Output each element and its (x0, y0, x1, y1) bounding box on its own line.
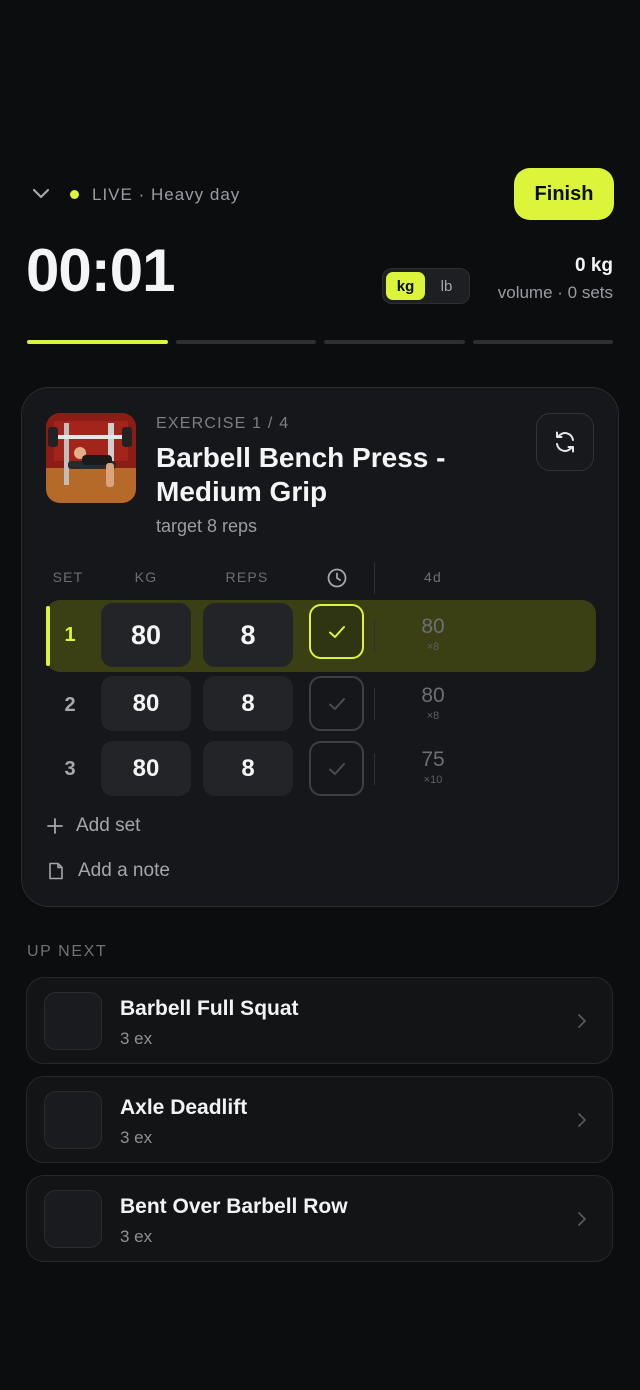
weight-input[interactable]: 80 (101, 603, 191, 667)
previous-reps: ×10 (423, 774, 443, 786)
active-set-indicator (46, 606, 50, 666)
reps-input[interactable]: 8 (203, 603, 293, 667)
previous-reps: ×8 (426, 710, 440, 722)
finish-button[interactable]: Finish (514, 168, 614, 220)
exercise-thumbnail (44, 992, 102, 1050)
column-divider (374, 753, 375, 785)
live-indicator-dot (70, 190, 79, 199)
complete-set-checkbox[interactable] (309, 604, 364, 659)
column-divider (374, 688, 375, 720)
chevron-right-icon (578, 1212, 586, 1226)
set-number: 2 (64, 694, 76, 716)
up-next-heading: UP NEXT (27, 943, 108, 960)
checkmark-icon (328, 762, 345, 775)
column-divider (374, 562, 375, 594)
previous-performance: 75 ×10 (398, 748, 468, 786)
weight-input[interactable]: 80 (101, 741, 191, 796)
previous-reps: ×8 (426, 641, 440, 653)
chevron-right-icon (578, 1113, 586, 1127)
checkmark-icon (328, 625, 345, 638)
unit-option-lb[interactable]: lb (427, 272, 466, 300)
add-set-label: Add set (76, 815, 141, 836)
volume-subtitle: volume · 0 sets (497, 283, 613, 302)
add-set-button[interactable]: Add set (46, 815, 140, 837)
up-next-subtitle: 3 ex (120, 1128, 153, 1147)
up-next-item[interactable]: Barbell Full Squat 3 ex (26, 977, 613, 1064)
up-next-name: Axle Deadlift (120, 1096, 248, 1119)
set-number: 3 (64, 758, 76, 780)
note-icon (49, 862, 63, 880)
progress-segment (27, 340, 168, 344)
refresh-icon (556, 431, 574, 453)
add-note-button[interactable]: Add a note (46, 860, 170, 882)
set-row: 2 80 8 80 ×8 (46, 676, 596, 736)
weight-input[interactable]: 80 (101, 676, 191, 731)
up-next-subtitle: 3 ex (120, 1029, 153, 1048)
column-header-kg: KG (134, 569, 158, 585)
workout-header: LIVE · Heavy day Finish (28, 168, 614, 222)
unit-toggle[interactable]: kg lb (382, 268, 470, 304)
exercise-counter: EXERCISE 1 / 4 (156, 415, 290, 432)
up-next-item[interactable]: Bent Over Barbell Row 3 ex (26, 1175, 613, 1262)
previous-weight: 80 (421, 615, 445, 638)
progress-segment (324, 340, 465, 344)
up-next-name: Barbell Full Squat (120, 997, 299, 1020)
set-number: 1 (64, 624, 76, 646)
add-note-label: Add a note (78, 860, 170, 881)
live-status-label: LIVE · Heavy day (92, 185, 241, 204)
complete-set-checkbox[interactable] (309, 741, 364, 796)
previous-weight: 80 (421, 684, 445, 707)
progress-segment (472, 340, 613, 344)
complete-set-checkbox[interactable] (309, 676, 364, 731)
exercise-thumbnail (44, 1091, 102, 1149)
checkmark-icon (328, 697, 345, 710)
column-divider (374, 620, 375, 652)
chevron-right-icon (578, 1014, 586, 1028)
exercise-name: Barbell Bench Press - Medium Grip (156, 442, 446, 507)
reps-input[interactable]: 8 (203, 741, 293, 796)
exercise-thumbnail (46, 413, 136, 503)
workout-timer: 00:01 (26, 237, 175, 304)
column-header-reps: REPS (225, 569, 269, 585)
swap-exercise-button[interactable] (536, 413, 594, 471)
set-row: 3 80 8 75 ×10 (46, 741, 596, 801)
exercise-thumbnail (44, 1190, 102, 1248)
previous-performance: 80 ×8 (398, 684, 468, 722)
up-next-name: Bent Over Barbell Row (120, 1195, 348, 1218)
plus-icon (47, 818, 63, 834)
current-exercise-card: EXERCISE 1 / 4 Barbell Bench Press - Med… (21, 387, 619, 907)
column-header-set: SET (52, 569, 84, 585)
clock-icon (327, 568, 347, 588)
volume-value: 0 kg (574, 255, 613, 276)
unit-option-kg[interactable]: kg (386, 272, 425, 300)
progress-segment (175, 340, 316, 344)
set-row: 1 80 8 80 ×8 (46, 600, 596, 672)
exercise-progress (27, 340, 613, 344)
up-next-subtitle: 3 ex (120, 1227, 153, 1246)
up-next-item[interactable]: Axle Deadlift 3 ex (26, 1076, 613, 1163)
exercise-target: target 8 reps (156, 516, 258, 536)
reps-input[interactable]: 8 (203, 676, 293, 731)
column-header-previous: 4d (424, 569, 442, 585)
chevron-down-icon[interactable] (30, 183, 52, 205)
previous-weight: 75 (421, 748, 445, 771)
previous-performance: 80 ×8 (398, 615, 468, 653)
